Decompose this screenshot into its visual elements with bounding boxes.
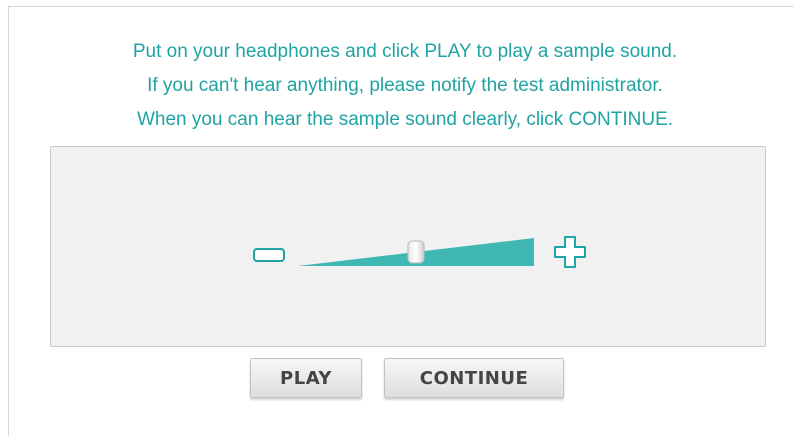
slider-handle-icon <box>407 240 425 264</box>
play-button[interactable]: PLAY <box>250 358 362 398</box>
continue-button[interactable]: CONTINUE <box>384 358 564 398</box>
volume-decrease-button[interactable] <box>253 248 285 262</box>
instruction-line-2: If you can't hear anything, please notif… <box>147 75 663 96</box>
instruction-line-1: Put on your headphones and click PLAY to… <box>132 41 678 62</box>
minus-icon <box>253 248 285 262</box>
volume-increase-button[interactable] <box>553 235 587 269</box>
instruction-line-3: When you can hear the sample sound clear… <box>136 109 674 130</box>
instructions-text: Put on your headphones and click PLAY to… <box>8 35 794 137</box>
plus-icon <box>554 236 586 268</box>
volume-slider[interactable] <box>298 234 536 268</box>
volume-slider-handle[interactable] <box>407 240 425 266</box>
